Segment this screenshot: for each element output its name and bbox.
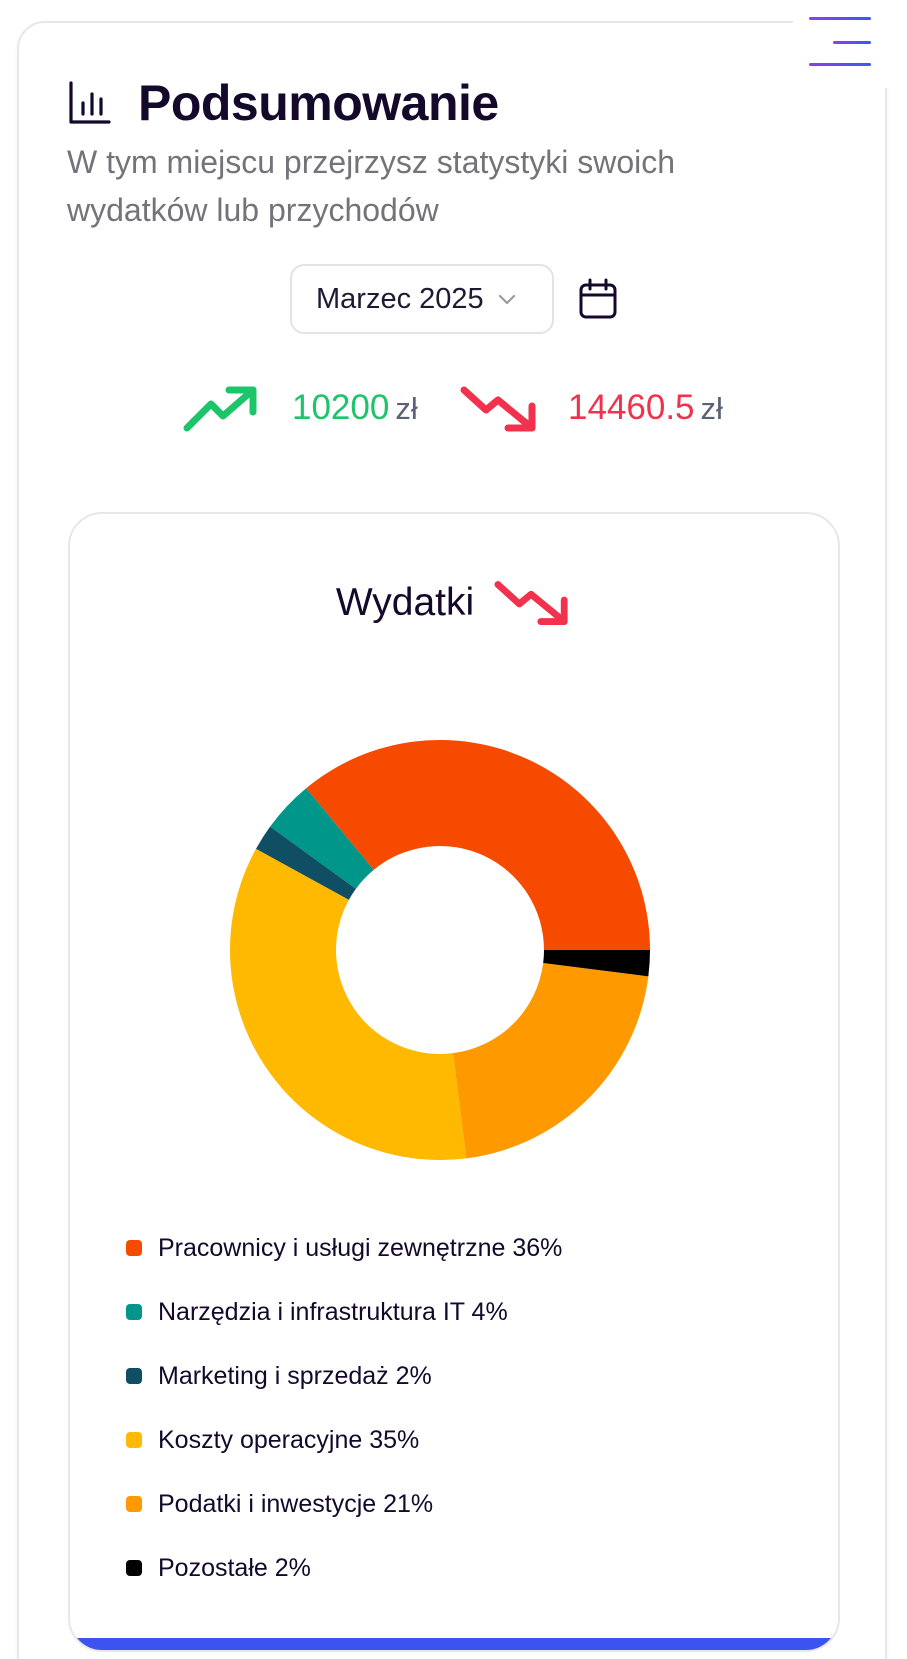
expenses-donut-chart [230, 740, 650, 1160]
legend-item: Marketing i sprzedaż 2% [126, 1344, 562, 1408]
income-total: 10200 zł [292, 388, 418, 428]
legend-label: Pracownicy i usługi zewnętrzne 36% [158, 1233, 563, 1262]
menu-line-middle [833, 41, 871, 44]
legend-swatch [126, 1496, 142, 1512]
income-currency: zł [395, 391, 418, 426]
legend-item: Pracownicy i usługi zewnętrzne 36% [126, 1216, 562, 1280]
summary-page: Podsumowanie W tym miejscu przejrzysz st… [0, 0, 907, 1659]
expense-value: 14460.5 [568, 388, 695, 427]
trending-down-icon [460, 386, 536, 432]
expenses-chart-card: Wydatki Pracownicy i usługi zewnętrzne 3… [68, 512, 840, 1652]
menu-line-top [809, 17, 871, 20]
legend-item: Podatki i inwestycje 21% [126, 1472, 562, 1536]
donut-slice-1[interactable] [306, 740, 650, 950]
legend-item: Koszty operacyjne 35% [126, 1408, 562, 1472]
page-subtitle: W tym miejscu przejrzysz statystyki swoi… [67, 144, 676, 228]
legend-label: Narzędzia i infrastruktura IT 4% [158, 1297, 508, 1326]
legend-swatch [126, 1432, 142, 1448]
chart-title: Wydatki [335, 581, 475, 624]
page-header: Podsumowanie [68, 74, 499, 132]
page-title: Podsumowanie [138, 75, 499, 131]
income-value: 10200 [292, 388, 390, 427]
donut-slice-5[interactable] [453, 963, 649, 1159]
legend-swatch [126, 1240, 142, 1256]
legend-label: Marketing i sprzedaż 2% [158, 1361, 432, 1390]
legend-label: Koszty operacyjne 35% [158, 1425, 420, 1454]
legend-label: Podatki i inwestycje 21% [158, 1489, 434, 1518]
calendar-icon[interactable] [578, 278, 618, 320]
legend-item: Narzędzia i infrastruktura IT 4% [126, 1280, 562, 1344]
month-select[interactable]: Marzec 2025 [290, 264, 554, 334]
chart-header: Wydatki [70, 580, 838, 626]
month-select-value: Marzec 2025 [316, 282, 484, 315]
legend-swatch [126, 1368, 142, 1384]
menu-line-bottom [809, 63, 871, 66]
expense-total: 14460.5 zł [568, 388, 723, 428]
bar-chart-icon [69, 81, 111, 124]
expense-currency: zł [700, 391, 723, 426]
card-accent-bar [70, 1638, 838, 1650]
chart-legend: Pracownicy i usługi zewnętrzne 36% Narzęd… [126, 1216, 562, 1600]
legend-swatch [126, 1560, 142, 1576]
hamburger-menu-icon[interactable] [793, 0, 889, 88]
legend-item: Pozostałe 2% [126, 1536, 562, 1600]
trending-up-icon [183, 386, 257, 432]
legend-swatch [126, 1304, 142, 1320]
chevron-down-icon [498, 294, 515, 305]
legend-label: Pozostałe 2% [158, 1553, 311, 1582]
trending-down-icon [494, 581, 568, 625]
